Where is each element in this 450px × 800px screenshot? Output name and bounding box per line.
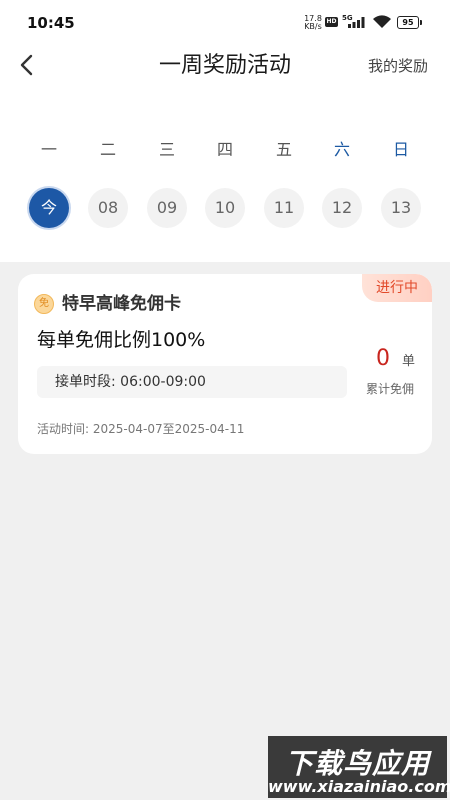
network-speed: 17.8 KB/s bbox=[303, 15, 323, 31]
status-bar: 10:45 17.8 KB/s HD 5G 95 bbox=[0, 0, 450, 46]
my-rewards-link[interactable]: 我的奖励 bbox=[368, 56, 428, 76]
watermark: 下载鸟应用 www.xiazainiao.com bbox=[268, 736, 450, 798]
commission-rate: 每单免佣比例100% bbox=[37, 329, 206, 351]
weekday-fri: 五 bbox=[275, 140, 292, 159]
weekday-thu: 四 bbox=[216, 140, 233, 159]
date-item[interactable]: 12 bbox=[322, 188, 362, 228]
free-count-label: 累计免佣 bbox=[366, 382, 415, 396]
date-item[interactable]: 13 bbox=[381, 188, 421, 228]
free-count-value: 0 bbox=[376, 346, 390, 371]
activity-period: 活动时间: 2025-04-07至2025-04-11 bbox=[37, 422, 245, 436]
date-today[interactable]: 今 bbox=[29, 188, 69, 228]
hd-icon: HD bbox=[325, 17, 338, 27]
signal-icon: 5G bbox=[342, 14, 368, 28]
free-commission-icon: 免 bbox=[34, 294, 54, 314]
weekday-tue: 二 bbox=[99, 140, 116, 159]
weekday-sun: 日 bbox=[392, 140, 409, 159]
reward-card[interactable]: 进行中 免 特早高峰免佣卡 每单免佣比例100% 接单时段: 06:00-09:… bbox=[18, 274, 432, 454]
date-item[interactable]: 11 bbox=[264, 188, 304, 228]
network-speed-unit: KB/s bbox=[304, 22, 322, 31]
signal-bars-icon bbox=[348, 17, 365, 28]
watermark-title: 下载鸟应用 bbox=[284, 747, 430, 780]
weekday-sat: 六 bbox=[333, 140, 350, 159]
weekday-wed: 三 bbox=[158, 140, 175, 159]
wifi-icon bbox=[373, 15, 391, 28]
battery-icon: 95 bbox=[397, 16, 422, 29]
status-time: 10:45 bbox=[27, 14, 75, 32]
date-item[interactable]: 10 bbox=[205, 188, 245, 228]
watermark-url: www.xiazainiao.com bbox=[268, 777, 450, 796]
free-count-unit: 单 bbox=[402, 354, 416, 369]
free-count: 0单 bbox=[376, 346, 422, 371]
date-item[interactable]: 08 bbox=[88, 188, 128, 228]
time-slot: 接单时段: 06:00-09:00 bbox=[37, 366, 347, 398]
date-item[interactable]: 09 bbox=[147, 188, 187, 228]
card-title: 特早高峰免佣卡 bbox=[62, 294, 181, 314]
status-badge: 进行中 bbox=[362, 274, 432, 302]
weekday-mon: 一 bbox=[40, 140, 57, 159]
